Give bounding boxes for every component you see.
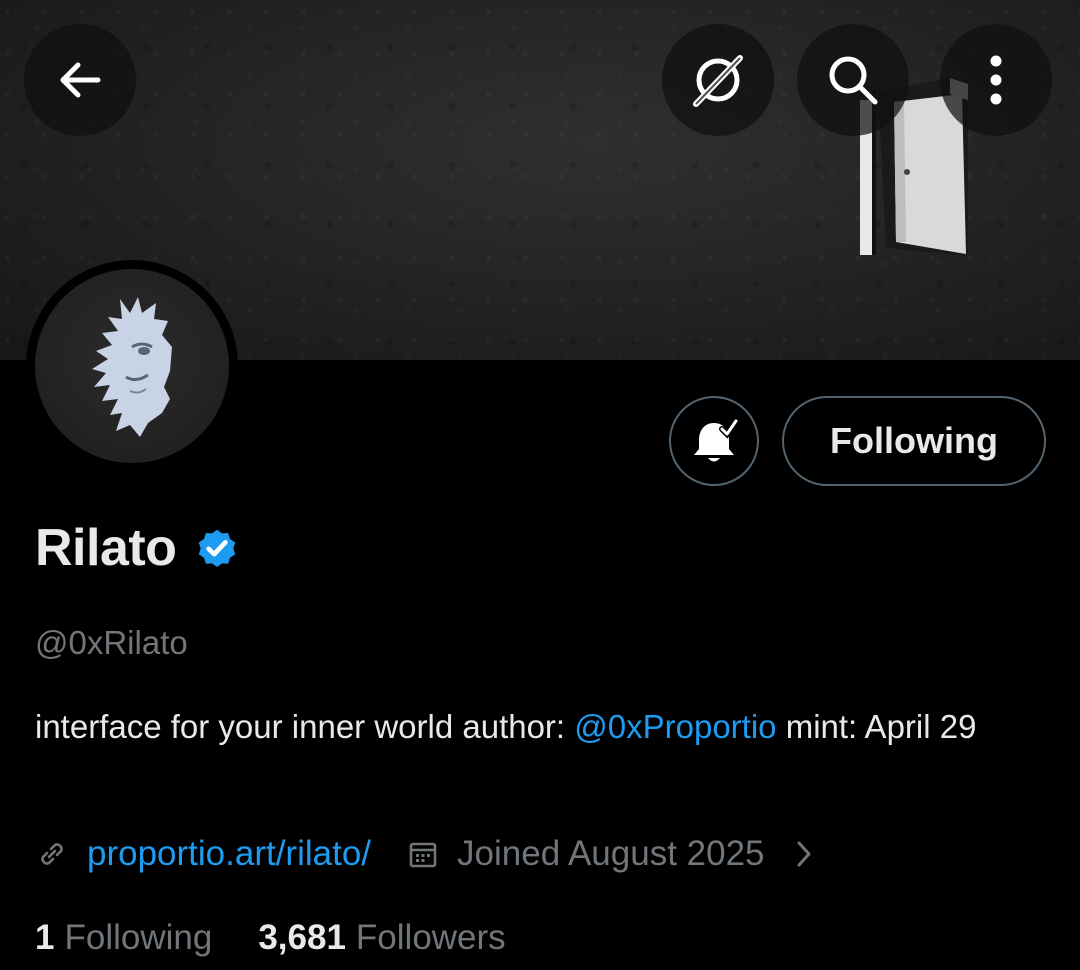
grok-button[interactable] [662,24,774,136]
following-button[interactable]: Following [782,396,1046,486]
arrow-left-icon [60,62,101,98]
verified-badge-icon[interactable] [194,525,240,571]
display-name: Rilato [35,519,177,577]
face-profile-illustration [92,297,172,437]
avatar[interactable] [26,260,238,472]
profile-website-link[interactable]: proportio.art/rilato/ [87,834,371,874]
profile-handle: @0xRilato [35,624,188,661]
grok-icon [693,55,743,107]
followers-count[interactable]: 3,681 [258,918,346,958]
more-vertical-icon [990,55,1002,105]
search-button[interactable] [797,24,909,136]
bio-mention-link[interactable]: @0xProportio [574,708,776,745]
profile-stats: 1 Following 3,681 Followers [35,918,506,958]
back-button[interactable] [24,24,136,136]
followers-label[interactable]: Followers [356,918,506,958]
joined-date: Joined August 2025 [457,834,765,873]
following-count[interactable]: 1 [35,918,54,958]
more-button[interactable] [940,24,1052,136]
profile-bio: interface for your inner world author: @… [35,702,1045,752]
bio-text: interface for your inner world author: [35,708,575,745]
search-icon [829,56,878,105]
link-icon [35,837,69,871]
following-label[interactable]: Following [64,918,212,958]
calendar-icon [407,838,439,870]
notifications-button[interactable] [669,396,759,486]
avatar-image [35,269,229,463]
profile-page: Following Rilato @0xRilato interface for… [0,0,1080,970]
profile-name-row: Rilato [35,518,240,578]
bio-text-end: mint: April 29 [776,708,977,745]
bell-check-icon [694,418,739,462]
profile-meta: proportio.art/rilato/ Joined August 2025 [35,834,815,874]
chevron-right-icon[interactable] [793,838,815,870]
